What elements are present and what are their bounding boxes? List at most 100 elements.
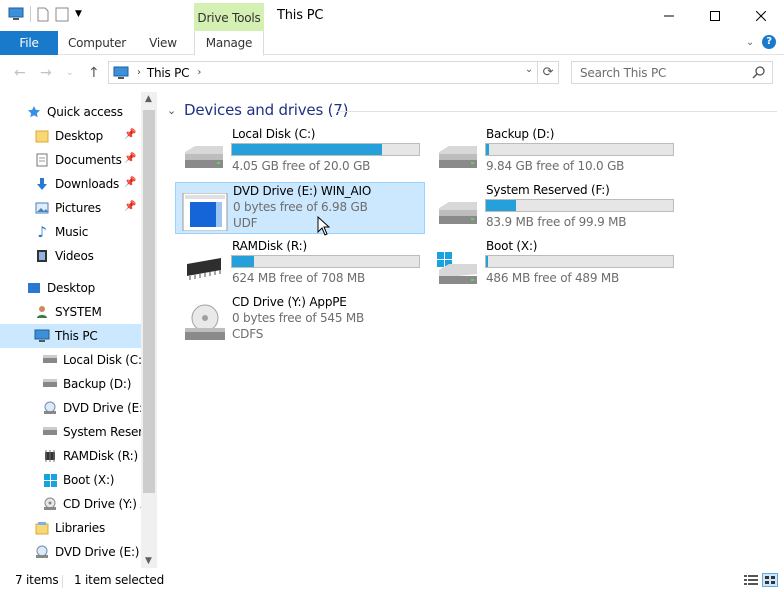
tiles-view-icon[interactable]: [762, 573, 778, 587]
nav-desktop[interactable]: Desktop: [26, 276, 157, 300]
drive-name: System Reserved (F:): [486, 183, 610, 197]
nav-quick-access[interactable]: Quick access: [26, 100, 157, 124]
music-note-icon: ♪: [37, 223, 47, 241]
nav-quick-music[interactable]: ♪ Music: [34, 220, 157, 244]
pin-icon[interactable]: 📌: [124, 201, 136, 212]
drive-tile-c[interactable]: Local Disk (C:) 4.05 GB free of 20.0 GB: [175, 126, 425, 178]
breadcrumb-this-pc[interactable]: This PC: [147, 66, 190, 80]
properties-icon[interactable]: [37, 7, 49, 22]
customize-toolbar-chevron-icon[interactable]: ▼: [75, 9, 82, 19]
drive-name: Boot (X:): [486, 239, 538, 253]
computer-icon: [34, 328, 50, 344]
cd-drive-icon: [185, 304, 225, 340]
nav-drive-d[interactable]: Backup (D:): [42, 372, 157, 396]
minimize-button[interactable]: [646, 0, 692, 31]
nav-quick-pictures[interactable]: Pictures: [34, 196, 157, 220]
hard-drive-icon: [42, 376, 58, 392]
nav-drive-e[interactable]: DVD Drive (E:) WIN_AIO: [42, 396, 157, 420]
nav-dvd-root[interactable]: DVD Drive (E:) WIN_AIO: [34, 540, 157, 564]
group-header[interactable]: ⌄ Devices and drives (7): [167, 101, 348, 119]
back-arrow-icon[interactable]: ←: [14, 65, 26, 81]
pin-icon[interactable]: 📌: [124, 177, 136, 188]
up-arrow-icon[interactable]: ↑: [88, 65, 100, 81]
forward-arrow-icon[interactable]: →: [40, 65, 52, 81]
scrollbar-thumb[interactable]: [143, 110, 155, 493]
pictures-icon: [34, 200, 50, 216]
drive-tile-r[interactable]: RAMDisk (R:) 624 MB free of 708 MB: [175, 238, 425, 290]
free-space-text: 624 MB free of 708 MB: [232, 271, 366, 285]
usage-bar: [231, 143, 420, 156]
nav-label: SYSTEM: [55, 305, 102, 319]
free-space-text: 9.84 GB free of 10.0 GB: [486, 159, 625, 173]
scroll-up-arrow-icon[interactable]: ▲: [145, 94, 152, 104]
nav-this-pc[interactable]: This PC: [0, 324, 141, 348]
drive-tile-f[interactable]: System Reserved (F:) 83.9 MB free of 99.…: [429, 182, 679, 234]
hard-drive-icon: [439, 146, 477, 168]
nav-label: Downloads: [55, 177, 120, 191]
nav-system-user[interactable]: SYSTEM: [34, 300, 157, 324]
tab-view[interactable]: View: [142, 31, 184, 55]
nav-label: Quick access: [47, 105, 123, 119]
nav-drive-x[interactable]: Boot (X:): [42, 468, 157, 492]
collapse-chevron-icon[interactable]: ⌄: [167, 104, 176, 117]
nav-label: Documents: [55, 153, 122, 167]
tab-computer[interactable]: Computer: [64, 31, 130, 55]
download-arrow-icon: [34, 176, 50, 192]
drive-tools-context-tab: Drive Tools: [194, 3, 264, 31]
scroll-down-arrow-icon[interactable]: ▼: [145, 556, 152, 566]
windows-drive-icon: [437, 252, 477, 284]
search-input[interactable]: Search This PC: [571, 61, 773, 84]
refresh-icon: ⟳: [542, 65, 554, 80]
drive-tile-e[interactable]: DVD Drive (E:) WIN_AIO 0 bytes free of 6…: [175, 182, 425, 234]
window-title: This PC: [277, 8, 324, 23]
nav-label: Boot (X:): [63, 473, 115, 487]
pin-icon[interactable]: 📌: [124, 153, 136, 164]
nav-drive-c[interactable]: Local Disk (C:): [42, 348, 157, 372]
nav-quick-documents[interactable]: Documents: [34, 148, 157, 172]
nav-drive-r[interactable]: RAMDisk (R:): [42, 444, 157, 468]
drive-name: Local Disk (C:): [232, 127, 316, 141]
this-pc-icon: [113, 66, 129, 79]
nav-label: This PC: [55, 329, 98, 343]
recent-locations-chevron-icon[interactable]: ⌄: [66, 68, 74, 78]
nav-label: Desktop: [47, 281, 96, 295]
dvd-drive-icon: [42, 400, 58, 416]
tab-manage[interactable]: Manage: [194, 31, 264, 56]
refresh-button[interactable]: ⟳: [538, 61, 559, 84]
nav-quick-desktop[interactable]: Desktop: [34, 124, 157, 148]
search-icon[interactable]: [752, 65, 766, 79]
nav-quick-videos[interactable]: Videos: [34, 244, 157, 268]
close-button[interactable]: [738, 0, 784, 31]
navigation-scrollbar[interactable]: ▲ ▼: [141, 92, 157, 568]
expand-ribbon-chevron-icon[interactable]: ⌄: [746, 37, 754, 48]
help-icon[interactable]: ?: [762, 35, 776, 49]
drive-tile-x[interactable]: Boot (X:) 486 MB free of 489 MB: [429, 238, 679, 290]
nav-quick-downloads[interactable]: Downloads: [34, 172, 157, 196]
computer-icon[interactable]: [8, 7, 24, 21]
cd-drive-icon: [42, 496, 58, 512]
address-bar[interactable]: › This PC › ⌄: [108, 61, 538, 84]
close-icon: [756, 10, 766, 21]
search-placeholder: Search This PC: [580, 65, 667, 80]
usage-bar-fill: [232, 144, 382, 155]
nav-label: Libraries: [55, 521, 106, 535]
address-dropdown-chevron-icon[interactable]: ⌄: [525, 64, 533, 75]
file-system-text: UDF: [233, 216, 258, 230]
nav-drive-y[interactable]: CD Drive (Y:) AppPE: [42, 492, 157, 516]
nav-libraries[interactable]: Libraries: [34, 516, 157, 540]
breadcrumb-separator-icon[interactable]: ›: [137, 67, 141, 78]
drive-tile-y[interactable]: CD Drive (Y:) AppPE 0 bytes free of 545 …: [175, 294, 425, 346]
nav-drive-f[interactable]: System Reserved (F:): [42, 420, 157, 444]
maximize-button[interactable]: [692, 0, 738, 31]
nav-label: Backup (D:): [63, 377, 132, 391]
nav-label: Music: [55, 225, 89, 239]
new-folder-icon[interactable]: [55, 7, 69, 22]
group-title: Devices and drives (7): [184, 101, 349, 119]
free-space-text: 486 MB free of 489 MB: [486, 271, 620, 285]
pin-icon[interactable]: 📌: [124, 129, 136, 140]
drive-tile-d[interactable]: Backup (D:) 9.84 GB free of 10.0 GB: [429, 126, 679, 178]
details-view-icon[interactable]: [743, 573, 759, 587]
ram-chip-icon: [187, 258, 221, 280]
breadcrumb-separator-icon[interactable]: ›: [197, 67, 201, 78]
tab-file[interactable]: File: [0, 31, 58, 55]
